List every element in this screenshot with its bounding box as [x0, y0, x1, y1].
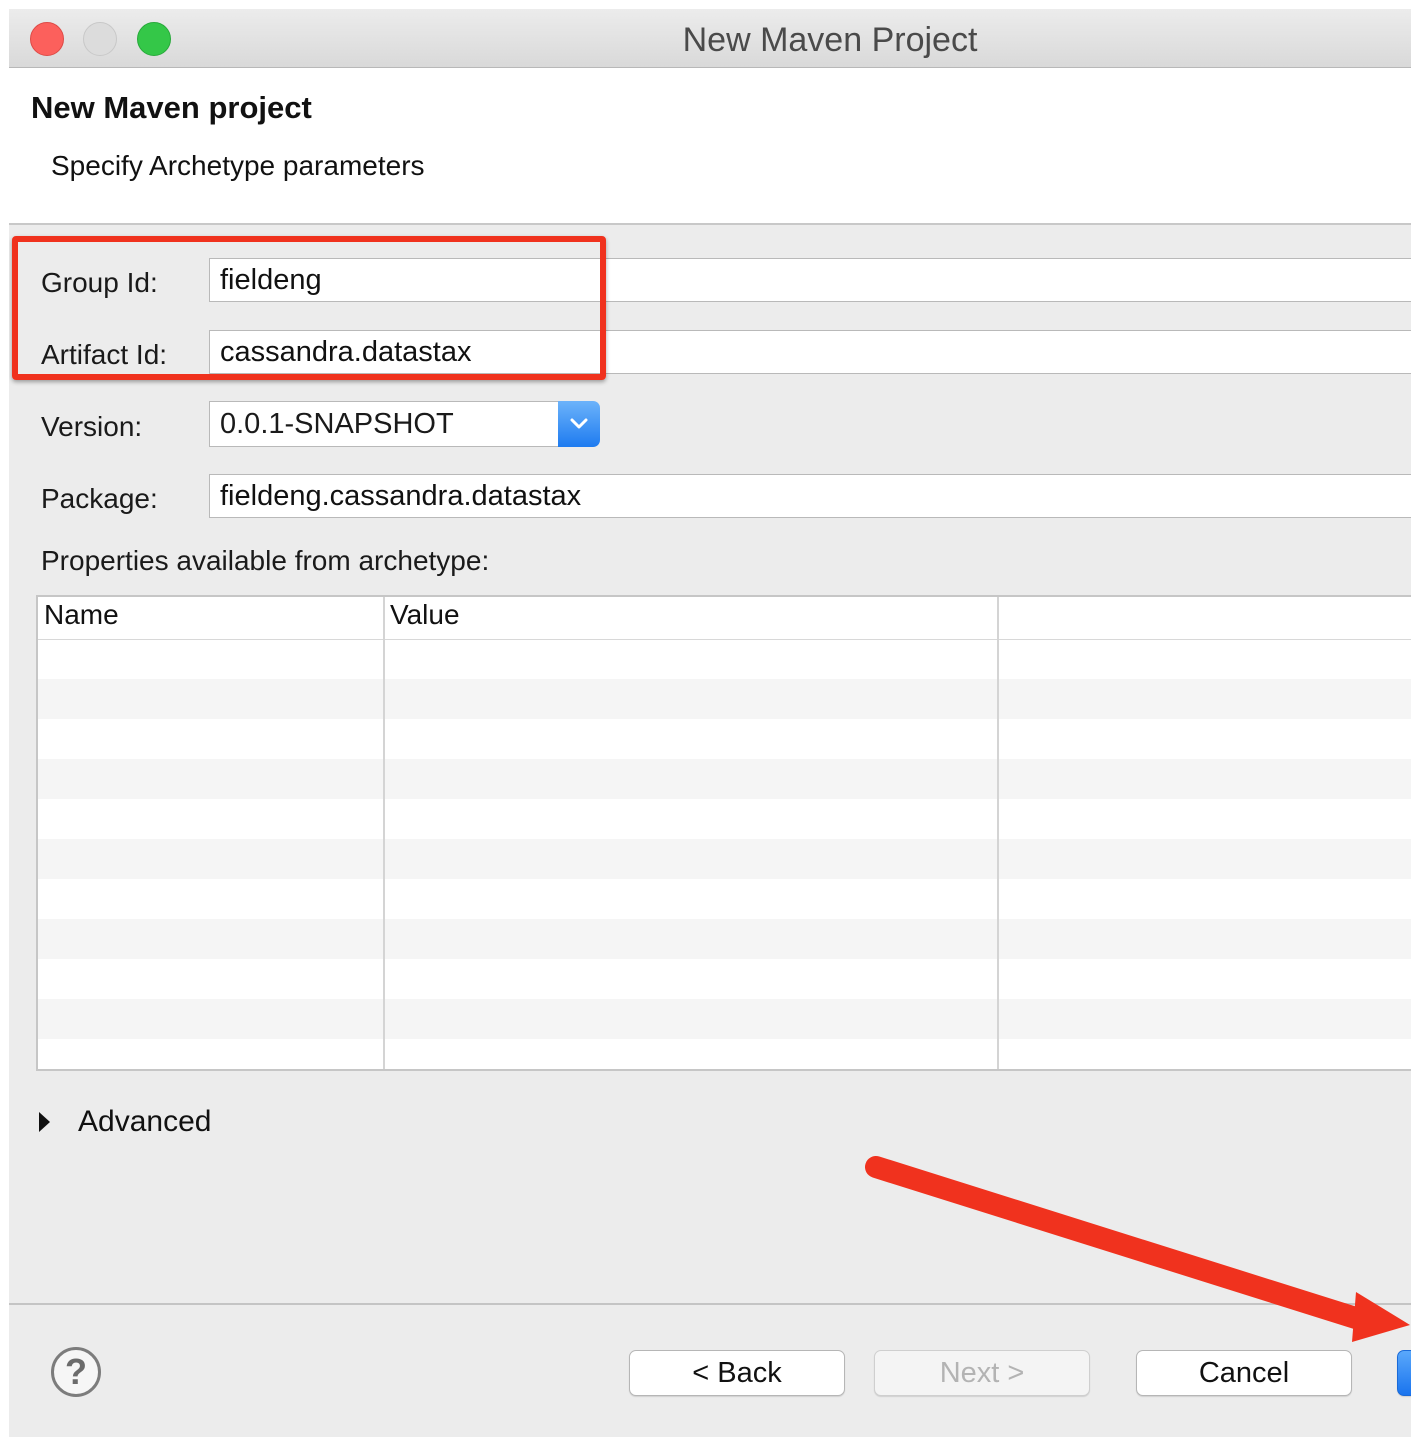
annotation-arrow-head [1352, 1292, 1410, 1342]
annotation-arrow [865, 1156, 1410, 1342]
annotation-arrow-shaft [865, 1156, 1373, 1331]
